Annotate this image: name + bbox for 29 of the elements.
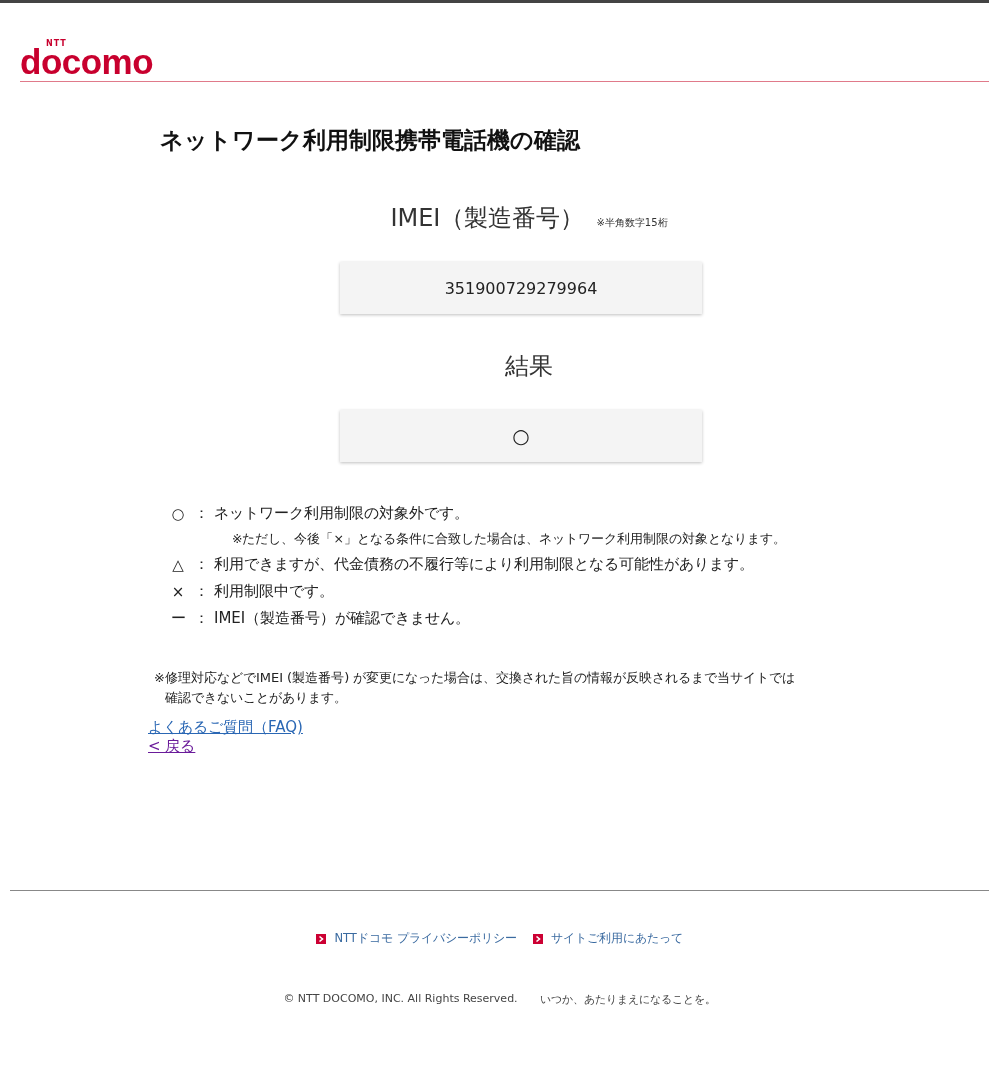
legend-symbol: ー [169, 609, 187, 628]
notice-text: 確認できないことがあります。 [164, 689, 348, 707]
imei-label: IMEI（製造番号） [390, 203, 585, 234]
legend-text: 利用制限中です。 [214, 582, 334, 601]
legend-colon: ： [192, 609, 210, 628]
legend-text: IMEI（製造番号）が確認できません。 [214, 609, 471, 628]
legend-symbol: △ [171, 555, 185, 574]
legend-colon: ： [192, 504, 210, 523]
text-link[interactable]: < 戻る [148, 737, 196, 756]
arrow-icon [532, 933, 543, 944]
copyright-text: © NTT DOCOMO, INC. All Rights Reserved. [283, 992, 518, 1007]
legend-colon: ： [192, 555, 210, 574]
result-label: 結果 [505, 351, 553, 382]
legend-symbol: × [170, 582, 186, 601]
imei-field[interactable]: 351900729279964 [340, 262, 702, 314]
legend-text: ネットワーク利用制限の対象外です。 [214, 504, 469, 523]
legend-symbol: ○ [170, 504, 186, 523]
legend-text: 利用できますが、代金債務の不履行等により利用制限となる可能性があります。 [214, 555, 754, 574]
result-field: ○ [340, 410, 702, 462]
arrow-icon [316, 933, 327, 944]
text-link[interactable]: よくあるご質問（FAQ) [148, 718, 303, 737]
legend-note: ※ただし、今後「×」となる条件に合致した場合は、ネットワーク利用制限の対象となります。 [232, 530, 787, 548]
notice-text: ※修理対応などでIMEI (製造番号) が変更になった場合は、交換された旨の情報が反映されるまで当サイトでは [154, 669, 797, 687]
imei-hint: ※半角数字15桁 [596, 216, 668, 230]
footer-link[interactable]: NTTドコモ プライバシーポリシー [316, 931, 517, 946]
page-title: ネットワーク利用制限携帯電話機の確認 [160, 126, 582, 155]
slogan-text: いつか、あたりまえになることを。 [539, 992, 716, 1007]
footer-link[interactable]: サイトご利用にあたって [532, 931, 683, 946]
legend-colon: ： [192, 582, 210, 601]
